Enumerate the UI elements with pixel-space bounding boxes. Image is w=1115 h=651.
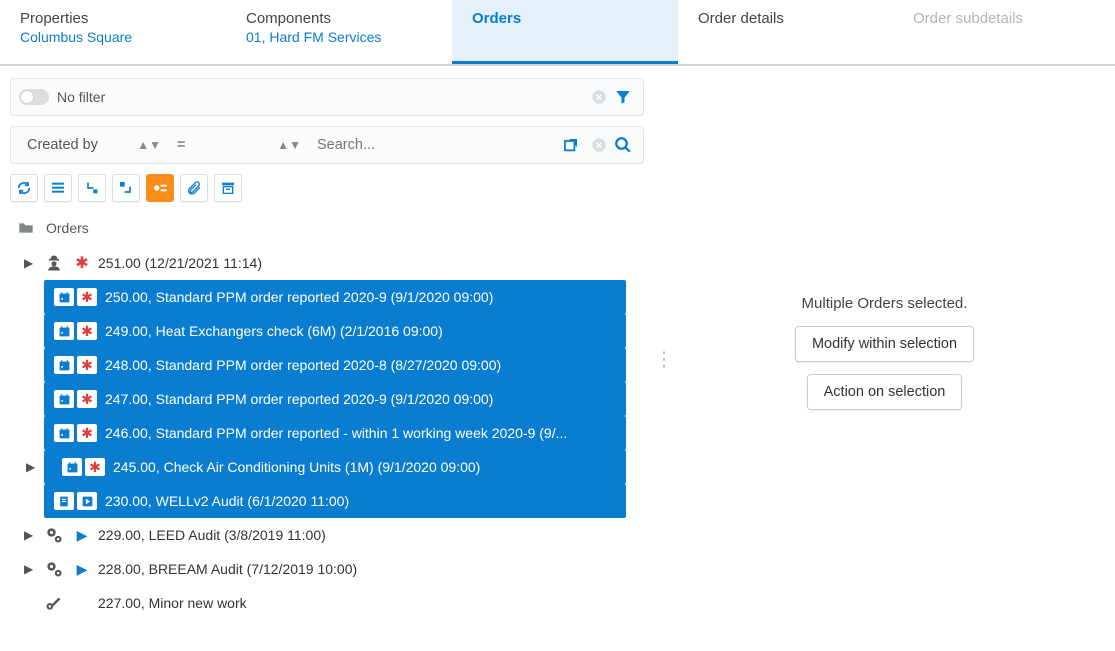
tab-title: Properties	[20, 10, 206, 27]
action-selection-button[interactable]: Action on selection	[807, 374, 963, 410]
asterisk-icon: ✱	[85, 458, 105, 476]
attachment-button[interactable]	[180, 174, 208, 202]
search-op-label: =	[177, 137, 185, 153]
tab-order-details[interactable]: Order details	[678, 0, 893, 64]
orders-tree[interactable]: Orders ▶ ✱ 251.00 (12/21/2021 11:14) ✱ 250.0…	[10, 216, 644, 646]
tree-expand-button[interactable]	[112, 174, 140, 202]
row-type-icon	[62, 458, 82, 476]
tab-properties[interactable]: Properties Columbus Square	[0, 0, 226, 64]
modify-selection-button[interactable]: Modify within selection	[795, 326, 974, 362]
order-row[interactable]: ✱ 246.00, Standard PPM order reported - w…	[44, 416, 626, 450]
split-handle-icon[interactable]: ⋮	[654, 346, 674, 371]
asterisk-icon: ✱	[77, 288, 97, 306]
row-type-icon	[54, 288, 74, 306]
order-label: 229.00, LEED Audit (3/8/2019 11:00)	[98, 527, 326, 543]
row-type-icon	[54, 492, 74, 510]
play-icon	[77, 492, 97, 510]
order-row[interactable]: ✱ 247.00, Standard PPM order reported 202…	[44, 382, 626, 416]
sort-icon: ▲▼	[137, 138, 161, 152]
filter-toggle[interactable]	[19, 89, 49, 105]
search-icon[interactable]	[611, 133, 635, 157]
clear-filter-icon[interactable]	[587, 85, 611, 109]
folder-icon	[16, 220, 36, 236]
filter-bar: No filter	[10, 78, 644, 116]
expand-caret-icon[interactable]: ▶	[24, 256, 36, 270]
selection-message: Multiple Orders selected.	[795, 295, 974, 312]
tab-title: Components	[246, 10, 432, 27]
order-label: 230.00, WELLv2 Audit (6/1/2020 11:00)	[105, 493, 349, 509]
order-label: 227.00, Minor new work	[98, 595, 247, 611]
order-label: 245.00, Check Air Conditioning Units (1M…	[113, 459, 480, 475]
tree-collapse-button[interactable]	[78, 174, 106, 202]
tab-bar: Properties Columbus Square Components 01…	[0, 0, 1115, 66]
asterisk-icon: ✱	[77, 424, 97, 442]
search-input[interactable]	[309, 127, 559, 163]
order-label: 250.00, Standard PPM order reported 2020…	[105, 289, 493, 305]
order-label: 247.00, Standard PPM order reported 2020…	[105, 391, 493, 407]
order-label: 248.00, Standard PPM order reported 2020…	[105, 357, 501, 373]
highlight-button[interactable]	[146, 174, 174, 202]
asterisk-icon: ✱	[77, 356, 97, 374]
tab-orders[interactable]: Orders	[452, 0, 678, 64]
search-field-label: Created by	[27, 137, 98, 153]
toolbar	[10, 174, 644, 202]
filter-label: No filter	[57, 89, 587, 105]
tab-title: Order subdetails	[913, 10, 1033, 27]
row-type-icon	[54, 390, 74, 408]
order-label: 251.00 (12/21/2021 11:14)	[98, 255, 262, 271]
row-type-icon	[44, 525, 66, 545]
row-type-icon	[44, 593, 66, 613]
tab-subtitle: Columbus Square	[20, 29, 206, 45]
order-row[interactable]: ✱ 248.00, Standard PPM order reported 202…	[44, 348, 626, 382]
play-icon: ▶	[74, 527, 90, 544]
row-type-icon	[54, 356, 74, 374]
asterisk-icon: ✱	[77, 390, 97, 408]
order-row[interactable]: ▶✱245.00, Check Air Conditioning Units (…	[44, 450, 626, 484]
popout-icon[interactable]	[559, 133, 583, 157]
row-type-icon	[54, 424, 74, 442]
order-label: 228.00, BREEAM Audit (7/12/2019 10:00)	[98, 561, 357, 577]
right-panel: ⋮ Multiple Orders selected. Modify withi…	[654, 66, 1115, 651]
expand-caret-icon[interactable]: ▶	[24, 528, 36, 542]
row-type-icon	[44, 559, 66, 579]
tree-root[interactable]: Orders	[10, 216, 626, 246]
search-operator-select[interactable]: = ▲▼	[169, 127, 309, 163]
tree-root-label: Orders	[46, 220, 89, 236]
order-label: 246.00, Standard PPM order reported - wi…	[105, 425, 567, 441]
row-type-icon	[44, 253, 66, 273]
row-type-icon	[54, 322, 74, 340]
tab-title: Order details	[698, 10, 873, 27]
search-field-select[interactable]: Created by ▲▼	[19, 127, 169, 163]
refresh-button[interactable]	[10, 174, 38, 202]
left-panel: No filter Created by ▲▼ = ▲▼	[0, 66, 654, 651]
asterisk-icon: ✱	[77, 322, 97, 340]
archive-button[interactable]	[214, 174, 242, 202]
order-row[interactable]: ✱ 249.00, Heat Exchangers check (6M) (2/1…	[44, 314, 626, 348]
order-row[interactable]: ▶ ▶ 229.00, LEED Audit (3/8/2019 11:00)	[10, 518, 626, 552]
order-row[interactable]: ▶ ✱ 251.00 (12/21/2021 11:14)	[10, 246, 626, 280]
order-row[interactable]: ✱ 250.00, Standard PPM order reported 202…	[44, 280, 626, 314]
clear-search-icon[interactable]	[587, 133, 611, 157]
expand-caret-icon[interactable]: ▶	[24, 562, 36, 576]
search-bar: Created by ▲▼ = ▲▼	[10, 126, 644, 164]
order-label: 249.00, Heat Exchangers check (6M) (2/1/…	[105, 323, 443, 339]
order-row[interactable]: 227.00, Minor new work	[10, 586, 626, 620]
order-row[interactable]: 230.00, WELLv2 Audit (6/1/2020 11:00)	[44, 484, 626, 518]
filter-icon[interactable]	[611, 85, 635, 109]
tab-components[interactable]: Components 01, Hard FM Services	[226, 0, 452, 64]
tab-subtitle: 01, Hard FM Services	[246, 29, 432, 45]
asterisk-icon: ✱	[74, 253, 90, 273]
tab-title: Orders	[472, 10, 658, 27]
list-view-button[interactable]	[44, 174, 72, 202]
tab-order-subdetails[interactable]: Order subdetails	[893, 0, 1053, 64]
play-icon: ▶	[74, 561, 90, 578]
order-row[interactable]: ▶ ▶ 228.00, BREEAM Audit (7/12/2019 10:00)	[10, 552, 626, 586]
sort-icon: ▲▼	[277, 138, 301, 152]
